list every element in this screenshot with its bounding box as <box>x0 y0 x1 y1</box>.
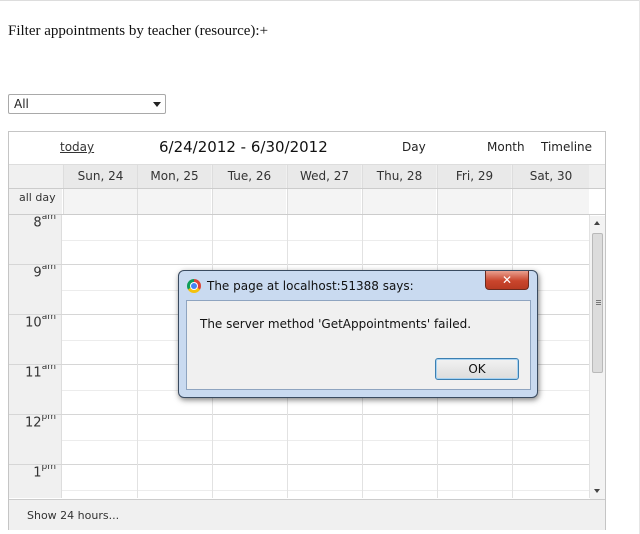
day-header[interactable]: Tue, 26 <box>212 165 286 188</box>
resource-select-value: All <box>14 97 29 111</box>
view-month-button[interactable]: Month <box>487 140 525 154</box>
all-day-cell[interactable] <box>437 189 511 214</box>
today-link[interactable]: today <box>60 140 94 154</box>
all-day-row: all day <box>9 189 605 215</box>
hour-line <box>9 464 589 465</box>
scheduler-toolbar: today 6/24/2012 - 6/30/2012 Day Month Ti… <box>9 132 605 165</box>
chrome-icon <box>187 279 201 293</box>
half-hour-line <box>62 440 589 441</box>
alert-dialog: The page at localhost:51388 says: ✕ The … <box>178 270 538 398</box>
half-hour-line <box>62 490 589 491</box>
time-column: 8am 9am 10am 11am 12pm 1pm <box>9 215 62 498</box>
all-day-cell[interactable] <box>63 189 137 214</box>
resource-select[interactable]: All <box>8 94 166 114</box>
hour-label: 9am <box>33 262 56 281</box>
chevron-down-icon <box>153 102 161 107</box>
half-hour-line <box>62 240 589 241</box>
scroll-up-arrow-icon[interactable] <box>594 221 600 225</box>
day-header[interactable]: Sun, 24 <box>63 165 137 188</box>
dialog-body: The server method 'GetAppointments' fail… <box>186 300 531 390</box>
all-day-cell[interactable] <box>287 189 361 214</box>
hour-label: 8am <box>33 215 56 231</box>
all-day-cell[interactable] <box>512 189 589 214</box>
hour-line <box>9 264 589 265</box>
dialog-message: The server method 'GetAppointments' fail… <box>200 317 472 331</box>
ok-button[interactable]: OK <box>435 358 519 380</box>
view-timeline-button[interactable]: Timeline <box>541 140 592 154</box>
page-top-border <box>0 0 640 1</box>
date-range-title: 6/24/2012 - 6/30/2012 <box>159 138 328 156</box>
scheduler-footer: Show 24 hours... <box>9 499 605 530</box>
hour-label: 12pm <box>24 412 56 431</box>
day-header[interactable]: Wed, 27 <box>287 165 361 188</box>
all-day-cell[interactable] <box>362 189 436 214</box>
scroll-down-arrow-icon[interactable] <box>594 489 600 493</box>
hour-label: 1pm <box>33 462 56 481</box>
filter-label: Filter appointments by teacher (resource… <box>8 23 269 39</box>
day-header[interactable]: Thu, 28 <box>362 165 436 188</box>
all-day-cell[interactable] <box>137 189 211 214</box>
grip-icon <box>596 300 601 301</box>
scrollbar-thumb[interactable] <box>592 233 603 373</box>
dialog-titlebar[interactable]: The page at localhost:51388 says: ✕ <box>179 271 537 299</box>
hour-label: 10am <box>25 312 56 331</box>
hour-label: 11am <box>25 362 56 381</box>
day-header[interactable]: Fri, 29 <box>437 165 511 188</box>
vertical-scrollbar[interactable] <box>590 216 605 499</box>
show-24-hours-link[interactable]: Show 24 hours... <box>27 509 119 522</box>
day-header-corner <box>9 165 62 188</box>
day-header[interactable]: Mon, 25 <box>137 165 211 188</box>
day-header[interactable]: Sat, 30 <box>512 165 589 188</box>
all-day-label: all day <box>9 189 62 214</box>
all-day-cell[interactable] <box>212 189 286 214</box>
hour-line <box>9 414 589 415</box>
day-column-line <box>137 215 138 498</box>
day-header-row: Sun, 24 Mon, 25 Tue, 26 Wed, 27 Thu, 28 … <box>9 165 605 189</box>
dialog-title: The page at localhost:51388 says: <box>207 279 414 293</box>
close-button[interactable]: ✕ <box>485 271 529 290</box>
view-day-button[interactable]: Day <box>402 140 426 154</box>
